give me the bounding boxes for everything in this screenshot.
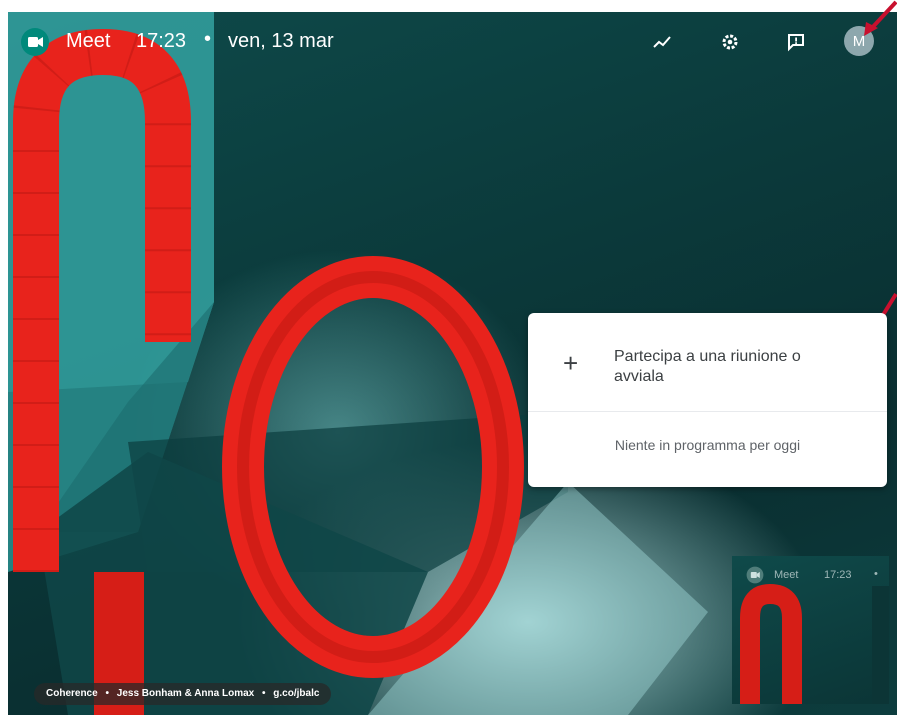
credit-separator: • xyxy=(105,688,109,699)
credit-author: Jess Bonham & Anna Lomax xyxy=(116,688,255,699)
settings-button[interactable] xyxy=(714,26,746,58)
feedback-icon xyxy=(788,34,804,52)
join-meeting-button[interactable]: + Partecipa a una riunione o avviala xyxy=(528,313,887,411)
no-meetings-label: Niente in programma per oggi xyxy=(614,437,801,453)
credit-separator: • xyxy=(262,688,266,699)
meeting-card: + Partecipa a una riunione o avviala Nie… xyxy=(528,313,887,487)
separator-dot: • xyxy=(204,28,212,50)
gear-icon xyxy=(722,34,738,50)
meet-logo-icon xyxy=(20,27,50,57)
join-meeting-label: Partecipa a una riunione o avviala xyxy=(614,348,801,385)
annotation-arrow-icon xyxy=(864,0,897,36)
thumbnail-clock: 17:23 xyxy=(824,569,852,581)
thumbnail-separator: • xyxy=(874,568,878,580)
top-bar: Meet 17:23 • ven, 13 mar M xyxy=(8,12,897,72)
app-name: Meet xyxy=(66,30,111,52)
trending-button[interactable] xyxy=(646,26,678,58)
meet-logo-icon xyxy=(746,566,764,589)
plus-icon: + xyxy=(563,348,579,378)
clock: 17:23 xyxy=(136,30,187,52)
feedback-button[interactable] xyxy=(780,26,812,58)
thumbnail-app-name: Meet xyxy=(774,569,799,581)
credit-title: Coherence xyxy=(46,688,98,699)
divider xyxy=(528,411,887,412)
credit-link[interactable]: g.co/jbalc xyxy=(273,683,319,705)
trending-icon xyxy=(653,36,671,48)
date-label: ven, 13 mar xyxy=(228,30,334,52)
background-credit[interactable]: Coherence • Jess Bonham & Anna Lomax • g… xyxy=(34,683,332,705)
thumbnail-inset: Meet 17:23 • xyxy=(732,556,889,704)
